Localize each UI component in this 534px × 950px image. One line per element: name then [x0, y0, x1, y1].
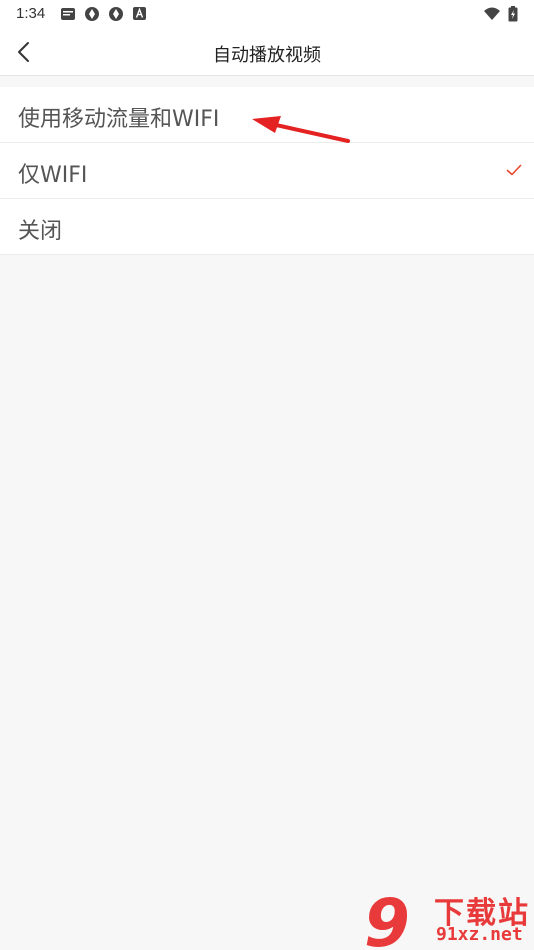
app-bar: 自动播放视频: [0, 28, 534, 76]
wifi-icon: [484, 7, 500, 20]
watermark-url: 91xz.net: [436, 924, 523, 945]
news-app-icon: [61, 8, 75, 20]
option-label: 仅WIFI: [18, 163, 88, 188]
check-icon: [506, 164, 522, 176]
aperture-icon: [109, 7, 123, 21]
svg-text:9: 9: [364, 886, 410, 950]
option-label: 关闭: [18, 219, 63, 244]
option-label: 使用移动流量和WIFI: [18, 107, 220, 132]
watermark: 9 下载站 91xz.net: [362, 886, 534, 950]
aperture-icon: [85, 7, 99, 21]
option-wifi-only[interactable]: 仅WIFI: [0, 143, 534, 199]
annotation-arrow-icon: [252, 116, 350, 143]
option-off[interactable]: 关闭: [0, 199, 534, 255]
status-bar: 1:34: [0, 0, 534, 28]
status-time: 1:34: [16, 5, 46, 22]
battery-charging-icon: [508, 6, 518, 22]
watermark-logo-icon: 9: [364, 886, 410, 950]
page-title: 自动播放视频: [213, 45, 321, 66]
a-badge-icon: [133, 7, 146, 20]
